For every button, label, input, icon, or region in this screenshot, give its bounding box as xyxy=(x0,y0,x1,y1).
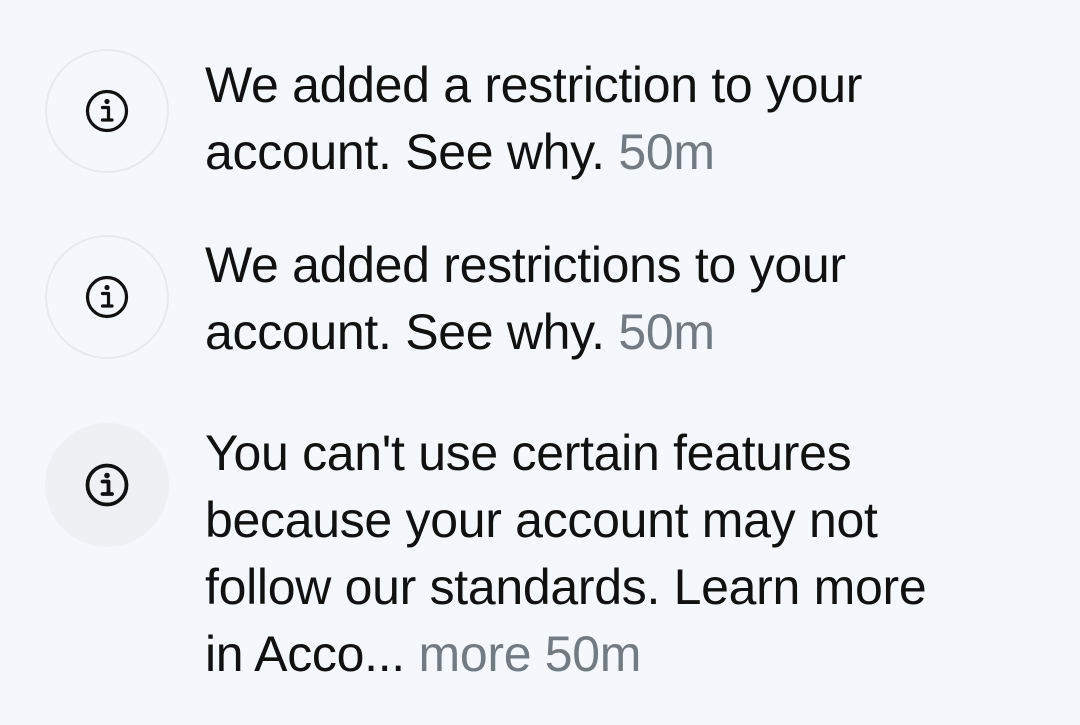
more-link[interactable]: more xyxy=(418,626,531,682)
notification-time: 50m xyxy=(618,304,715,360)
notification-message-line: in Acco... more 50m xyxy=(205,621,1025,688)
notification-text: You can't use certain features because y… xyxy=(205,420,1025,688)
notification-message-line: account. See why. 50m xyxy=(205,119,1025,186)
notification-message-line: because your account may not xyxy=(205,492,878,548)
notification-time: 50m xyxy=(618,124,715,180)
notification-text: We added a restriction to your account. … xyxy=(205,52,1025,186)
notification-message-link[interactable]: account. See why. xyxy=(205,124,605,180)
notification-message-truncated: in Acco... xyxy=(205,626,405,682)
notification-message-line: We added restrictions to your xyxy=(205,237,846,293)
notification-message-line: We added a restriction to your xyxy=(205,57,863,113)
notification-time: 50m xyxy=(544,626,642,682)
info-icon-container xyxy=(45,49,169,173)
notifications-list: We added a restriction to your account. … xyxy=(0,0,1080,725)
notification-item-features-limited[interactable]: You can't use certain features because y… xyxy=(0,420,1080,700)
notification-message-link[interactable]: account. See why. xyxy=(205,304,605,360)
info-icon-container xyxy=(45,423,169,547)
notification-item-restrictions[interactable]: We added restrictions to your account. S… xyxy=(0,232,1080,372)
notification-message-line: account. See why. 50m xyxy=(205,299,1025,366)
info-icon xyxy=(85,89,129,133)
notification-message-line: follow our standards. Learn more xyxy=(205,559,927,615)
notification-item-restriction[interactable]: We added a restriction to your account. … xyxy=(0,44,1080,184)
notification-text: We added restrictions to your account. S… xyxy=(205,232,1025,366)
info-icon xyxy=(85,275,129,319)
notification-message-line: You can't use certain features xyxy=(205,425,852,481)
info-icon-container xyxy=(45,235,169,359)
info-icon xyxy=(85,463,129,507)
